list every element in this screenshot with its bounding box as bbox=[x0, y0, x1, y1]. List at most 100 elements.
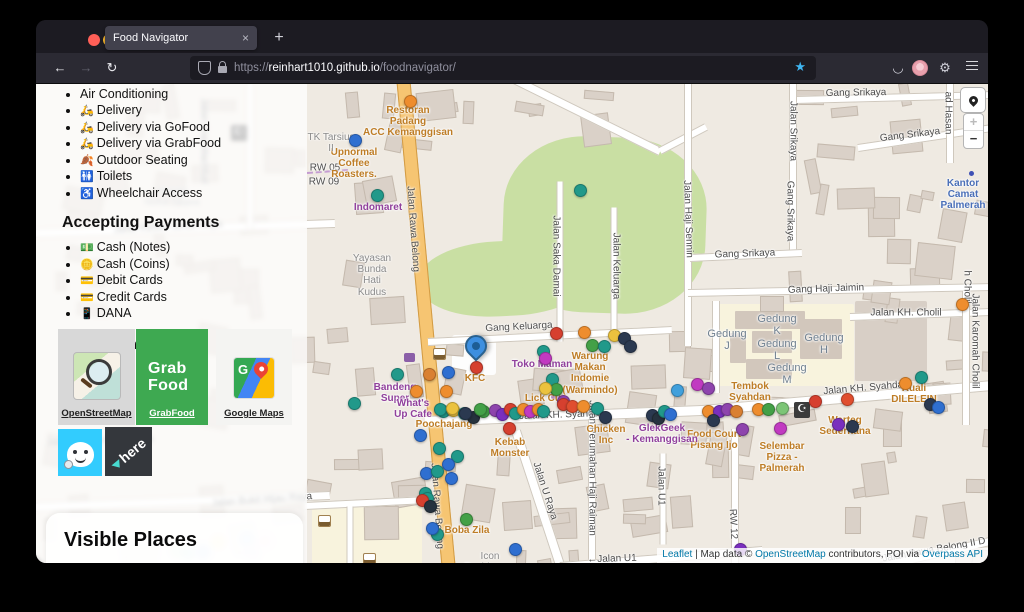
grabfood-label[interactable]: GrabFood bbox=[149, 408, 194, 419]
list-item-label: Wheelchair Access bbox=[97, 186, 203, 200]
poi-marker[interactable] bbox=[624, 340, 637, 353]
poi-marker[interactable] bbox=[539, 352, 552, 365]
poi-marker[interactable] bbox=[459, 407, 472, 420]
building bbox=[369, 296, 406, 325]
pocket-icon[interactable]: ◡ bbox=[888, 58, 908, 78]
menu-hamburger-icon[interactable] bbox=[962, 58, 982, 78]
poi-marker[interactable] bbox=[433, 442, 446, 455]
poi-marker[interactable] bbox=[846, 420, 859, 433]
poi-marker[interactable] bbox=[774, 422, 787, 435]
poi-marker[interactable] bbox=[503, 422, 516, 435]
poi-marker[interactable] bbox=[434, 403, 447, 416]
poi-label: GedungK bbox=[757, 313, 796, 338]
reload-icon[interactable]: ↻ bbox=[102, 58, 122, 78]
google-maps-label[interactable]: Google Maps bbox=[224, 408, 284, 419]
poi-marker[interactable] bbox=[445, 472, 458, 485]
poi-marker[interactable] bbox=[932, 401, 945, 414]
building bbox=[669, 496, 692, 529]
poi-marker[interactable] bbox=[537, 405, 550, 418]
poi-marker[interactable] bbox=[414, 429, 427, 442]
browser-tab[interactable]: Food Navigator × bbox=[105, 26, 257, 50]
list-item: 💳Credit Cards bbox=[80, 290, 307, 304]
poi-marker[interactable] bbox=[730, 405, 743, 418]
poi-marker[interactable] bbox=[899, 377, 912, 390]
forward-icon[interactable]: → bbox=[76, 58, 96, 78]
page-content: + − Leaflet | Map data © OpenStreetMap c… bbox=[36, 84, 988, 563]
locate-button[interactable] bbox=[960, 87, 986, 113]
poi-marker[interactable] bbox=[423, 368, 436, 381]
amenity-emoji-icon: 💵 bbox=[80, 242, 94, 254]
zoom-in-button[interactable]: + bbox=[964, 114, 983, 131]
window-close-button[interactable] bbox=[88, 34, 100, 46]
poi-marker[interactable] bbox=[956, 298, 969, 311]
poi-marker[interactable] bbox=[410, 385, 423, 398]
poi-marker[interactable] bbox=[832, 418, 845, 431]
open-with-here[interactable]: here bbox=[105, 427, 152, 476]
poi-marker[interactable] bbox=[599, 411, 612, 424]
open-with-grabfood[interactable]: GrabFood GrabFood bbox=[136, 329, 208, 425]
openstreetmap-label[interactable]: OpenStreetMap bbox=[61, 408, 131, 419]
poi-marker[interactable] bbox=[440, 385, 453, 398]
overpass-link[interactable]: Overpass API bbox=[922, 549, 983, 560]
poi-marker[interactable] bbox=[348, 397, 361, 410]
poi-marker[interactable] bbox=[762, 403, 775, 416]
bookmark-star-icon[interactable]: ★ bbox=[794, 59, 806, 75]
osm-link[interactable]: OpenStreetMap bbox=[755, 549, 826, 560]
poi-marker[interactable] bbox=[776, 402, 789, 415]
poi-marker[interactable] bbox=[671, 384, 684, 397]
poi-marker[interactable] bbox=[431, 465, 444, 478]
poi-marker[interactable] bbox=[707, 414, 720, 427]
poi-marker[interactable] bbox=[460, 513, 473, 526]
back-icon[interactable]: ← bbox=[50, 58, 70, 78]
poi-marker[interactable] bbox=[404, 95, 417, 108]
poi-marker[interactable] bbox=[470, 361, 483, 374]
poi-label: WarungMakanIndomie(Warmindo) bbox=[562, 351, 617, 396]
map-tv-icon bbox=[404, 353, 415, 362]
tracking-protection-shield-icon[interactable] bbox=[198, 61, 211, 75]
poi-marker[interactable] bbox=[550, 327, 563, 340]
poi-marker[interactable] bbox=[539, 382, 552, 395]
street-label: Jalan Keluarga bbox=[611, 233, 622, 300]
poi-marker[interactable] bbox=[809, 395, 822, 408]
poi-marker[interactable] bbox=[509, 543, 522, 556]
poi-marker[interactable] bbox=[664, 408, 677, 421]
poi-marker[interactable] bbox=[426, 522, 439, 535]
extensions-gear-icon[interactable]: ⚙ bbox=[935, 58, 955, 78]
poi-marker[interactable] bbox=[391, 368, 404, 381]
profile-avatar[interactable] bbox=[912, 60, 928, 76]
poi-marker[interactable] bbox=[424, 500, 437, 513]
poi-marker[interactable] bbox=[736, 423, 749, 436]
poi-label: TembokSyahdan bbox=[729, 381, 771, 403]
url-bar[interactable]: https://reinhart1010.github.io/foodnavig… bbox=[190, 56, 816, 80]
poi-marker[interactable] bbox=[474, 403, 487, 416]
poi-marker[interactable] bbox=[578, 326, 591, 339]
zoom-out-button[interactable]: − bbox=[964, 131, 983, 147]
poi-marker[interactable] bbox=[586, 339, 599, 352]
amenity-emoji-icon: 📱 bbox=[80, 308, 94, 320]
poi-marker[interactable] bbox=[915, 371, 928, 384]
building bbox=[622, 496, 653, 512]
list-item-label: Cash (Coins) bbox=[97, 257, 170, 271]
poi-marker[interactable] bbox=[841, 393, 854, 406]
leaflet-link[interactable]: Leaflet bbox=[662, 549, 692, 560]
street-label: Jalan Srikaya bbox=[788, 101, 799, 161]
poi-marker[interactable] bbox=[349, 134, 362, 147]
poi-marker[interactable] bbox=[371, 189, 384, 202]
tab-close-icon[interactable]: × bbox=[242, 31, 249, 45]
visible-places-card: Visible Places bbox=[46, 513, 303, 563]
poi-marker[interactable] bbox=[442, 366, 455, 379]
new-tab-button[interactable]: + bbox=[268, 27, 290, 49]
poi-marker[interactable] bbox=[574, 184, 587, 197]
map-area bbox=[500, 134, 709, 317]
open-with-google-maps[interactable]: G Google Maps bbox=[216, 329, 292, 425]
open-with-openstreetmap[interactable]: OpenStreetMap bbox=[58, 329, 135, 425]
poi-marker[interactable] bbox=[598, 340, 611, 353]
poi-label: Boba Zila bbox=[444, 525, 489, 536]
poi-marker[interactable] bbox=[702, 382, 715, 395]
list-item: 🚻Toilets bbox=[80, 169, 307, 183]
poi-marker[interactable] bbox=[446, 402, 459, 415]
open-with-waze[interactable] bbox=[58, 429, 102, 476]
lock-icon[interactable] bbox=[218, 66, 227, 73]
poi-label: RestoranPadangACC Kemanggisan bbox=[363, 105, 453, 139]
poi-marker[interactable] bbox=[577, 400, 590, 413]
